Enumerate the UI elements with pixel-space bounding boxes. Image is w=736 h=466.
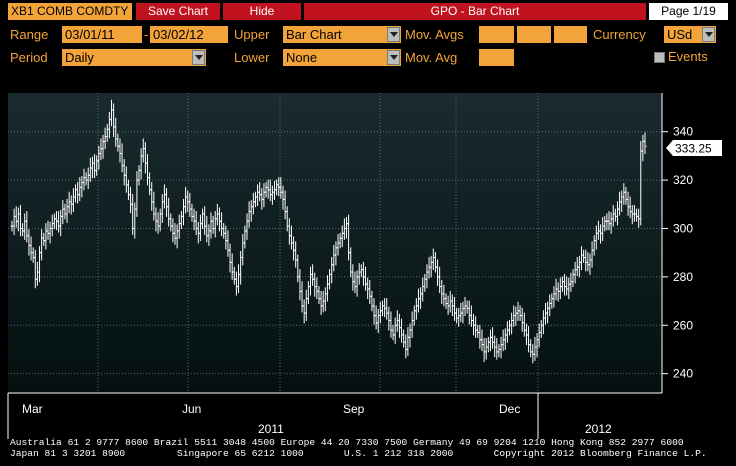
lower-label: Lower bbox=[234, 50, 270, 65]
last-price-label: 333.25 bbox=[675, 142, 712, 156]
mov-avg-field-2[interactable] bbox=[517, 26, 551, 43]
y-tick-label: 340 bbox=[673, 125, 693, 139]
y-tick-label: 260 bbox=[673, 318, 693, 332]
currency-dropdown-arrow-icon[interactable] bbox=[702, 27, 715, 42]
lower-dropdown-arrow-icon[interactable] bbox=[387, 50, 400, 65]
range-separator: - bbox=[144, 27, 149, 42]
y-tick-label: 300 bbox=[673, 221, 693, 235]
currency-label: Currency bbox=[593, 27, 646, 42]
contact-line-1: Australia 61 2 9777 8600 Brazil 5511 304… bbox=[10, 437, 684, 448]
mov-avg-label: Mov. Avg bbox=[405, 50, 458, 65]
range-end-field[interactable]: 03/02/12 bbox=[150, 26, 228, 43]
x-year-label: 2011 bbox=[258, 422, 284, 436]
x-tick-label: Jun bbox=[182, 402, 201, 416]
x-tick-label: Sep bbox=[343, 402, 365, 416]
range-start-field[interactable]: 03/01/11 bbox=[62, 26, 142, 43]
chart-title: GPO - Bar Chart bbox=[304, 3, 646, 20]
save-chart-button[interactable]: Save Chart bbox=[136, 3, 220, 20]
x-tick-label: Dec bbox=[499, 402, 520, 416]
upper-label: Upper bbox=[234, 27, 270, 42]
events-label: Events bbox=[668, 49, 708, 64]
y-tick-label: 280 bbox=[673, 270, 693, 284]
price-chart[interactable]: 240 260 280 300 320 340 333.25 Mar Jun Sep Dec 2011… bbox=[0, 85, 736, 461]
y-tick-label: 240 bbox=[673, 367, 693, 381]
period-dropdown-arrow-icon[interactable] bbox=[192, 50, 205, 65]
events-checkbox[interactable] bbox=[654, 52, 665, 63]
upper-dropdown-arrow-icon[interactable] bbox=[387, 27, 400, 42]
period-select[interactable]: Daily bbox=[62, 49, 206, 66]
upper-study-select[interactable]: Bar Chart bbox=[283, 26, 401, 43]
hide-button[interactable]: Hide bbox=[223, 3, 301, 20]
range-label: Range bbox=[10, 27, 49, 42]
plot-background bbox=[8, 93, 662, 393]
title-bar: XB1 COMB COMDTY Save Chart Hide GPO - Ba… bbox=[0, 0, 736, 22]
x-year-label: 2012 bbox=[585, 422, 612, 436]
period-label: Period bbox=[10, 50, 48, 65]
price-chart-svg: 240 260 280 300 320 340 333.25 Mar Jun Sep Dec 2011… bbox=[7, 93, 722, 439]
mov-avg-field-1[interactable] bbox=[479, 26, 514, 43]
y-tick-label: 320 bbox=[673, 173, 693, 187]
security-ticker[interactable]: XB1 COMB COMDTY bbox=[8, 3, 132, 20]
mov-avg-lower-field[interactable] bbox=[479, 49, 514, 66]
mov-avg-field-3[interactable] bbox=[554, 26, 587, 43]
contact-line-2: Japan 81 3 3201 8900 Singapore 65 6212 1… bbox=[10, 448, 707, 459]
contact-footer: Australia 61 2 9777 8600 Brazil 5511 304… bbox=[10, 437, 726, 459]
page-indicator: Page 1/19 bbox=[649, 3, 728, 20]
lower-study-select[interactable]: None bbox=[283, 49, 401, 66]
mov-avgs-label: Mov. Avgs bbox=[405, 27, 464, 42]
x-tick-label: Mar bbox=[22, 402, 43, 416]
